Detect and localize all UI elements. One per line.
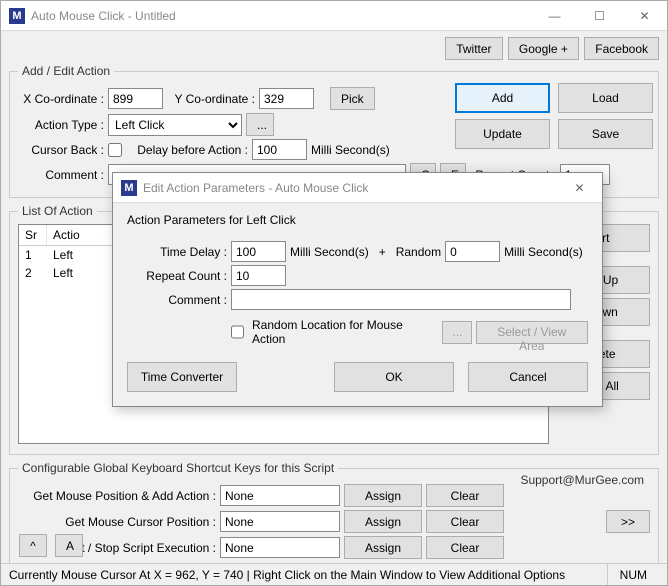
dialog-titlebar: M Edit Action Parameters - Auto Mouse Cl… bbox=[113, 173, 602, 203]
random-input[interactable] bbox=[445, 241, 500, 262]
delay-unit: Milli Second(s) bbox=[311, 143, 390, 157]
cursor-back-label: Cursor Back : bbox=[18, 143, 104, 157]
pick-button[interactable]: Pick bbox=[330, 87, 375, 110]
dialog-heading: Action Parameters for Left Click bbox=[127, 213, 588, 227]
dialog-comment-label: Comment : bbox=[127, 293, 227, 307]
maximize-button[interactable]: ☐ bbox=[577, 1, 622, 31]
cursor-back-checkbox[interactable] bbox=[108, 143, 122, 157]
y-label: Y Co-ordinate : bbox=[167, 92, 255, 106]
x-label: X Co-ordinate : bbox=[18, 92, 104, 106]
clear-button-1[interactable]: Clear bbox=[426, 510, 504, 533]
assign-button-2[interactable]: Assign bbox=[344, 536, 422, 559]
twitter-button[interactable]: Twitter bbox=[445, 37, 502, 60]
assign-button-0[interactable]: Assign bbox=[344, 484, 422, 507]
edit-action-dialog: M Edit Action Parameters - Auto Mouse Cl… bbox=[112, 172, 603, 407]
shortcut-input-2[interactable] bbox=[220, 537, 340, 558]
dialog-icon: M bbox=[121, 180, 137, 196]
random-label: Random bbox=[396, 245, 441, 259]
clear-button-0[interactable]: Clear bbox=[426, 484, 504, 507]
ms-label-2: Milli Second(s) bbox=[504, 245, 583, 259]
save-button[interactable]: Save bbox=[558, 119, 653, 149]
shortcuts-legend: Configurable Global Keyboard Shortcut Ke… bbox=[18, 461, 338, 475]
ok-button[interactable]: OK bbox=[334, 362, 454, 392]
add-button[interactable]: Add bbox=[455, 83, 550, 113]
time-delay-input[interactable] bbox=[231, 241, 286, 262]
dialog-repeat-input[interactable] bbox=[231, 265, 286, 286]
status-bar: Currently Mouse Cursor At X = 962, Y = 7… bbox=[1, 563, 667, 585]
area-ellipsis-button: ... bbox=[442, 321, 472, 344]
comment-label: Comment : bbox=[18, 168, 104, 182]
load-button[interactable]: Load bbox=[558, 83, 653, 113]
shortcut-label-1: Get Mouse Cursor Position : bbox=[18, 515, 216, 529]
add-edit-legend: Add / Edit Action bbox=[18, 64, 114, 78]
time-converter-button[interactable]: Time Converter bbox=[127, 362, 237, 392]
ms-label-1: Milli Second(s) bbox=[290, 245, 369, 259]
random-location-checkbox[interactable] bbox=[231, 325, 244, 339]
delay-label: Delay before Action : bbox=[130, 143, 248, 157]
action-type-more-button[interactable]: ... bbox=[246, 113, 274, 136]
action-type-select[interactable]: Left Click bbox=[108, 114, 242, 136]
support-link[interactable]: Support@MurGee.com bbox=[520, 473, 644, 487]
caret-button[interactable]: ^ bbox=[19, 534, 47, 557]
plus-label: + bbox=[373, 245, 392, 259]
y-input[interactable] bbox=[259, 88, 314, 109]
random-location-label: Random Location for Mouse Action bbox=[252, 318, 424, 346]
more-button[interactable]: >> bbox=[606, 510, 650, 533]
status-text: Currently Mouse Cursor At X = 962, Y = 7… bbox=[9, 568, 565, 582]
delay-input[interactable] bbox=[252, 139, 307, 160]
cancel-button[interactable]: Cancel bbox=[468, 362, 588, 392]
list-legend: List Of Action bbox=[18, 204, 97, 218]
col-sr: Sr bbox=[19, 225, 47, 245]
dialog-title: Edit Action Parameters - Auto Mouse Clic… bbox=[143, 181, 557, 195]
facebook-button[interactable]: Facebook bbox=[584, 37, 659, 60]
shortcut-label-0: Get Mouse Position & Add Action : bbox=[18, 489, 216, 503]
app-icon: M bbox=[9, 8, 25, 24]
select-area-button: Select / View Area bbox=[476, 321, 588, 344]
dialog-repeat-label: Repeat Count : bbox=[127, 269, 227, 283]
update-button[interactable]: Update bbox=[455, 119, 550, 149]
googleplus-button[interactable]: Google + bbox=[508, 37, 579, 60]
action-type-label: Action Type : bbox=[18, 118, 104, 132]
assign-button-1[interactable]: Assign bbox=[344, 510, 422, 533]
main-titlebar: M Auto Mouse Click - Untitled — ☐ ✕ bbox=[1, 1, 667, 31]
shortcut-input-1[interactable] bbox=[220, 511, 340, 532]
dialog-comment-input[interactable] bbox=[231, 289, 571, 310]
dialog-close-button[interactable]: ✕ bbox=[557, 173, 602, 203]
time-delay-label: Time Delay : bbox=[127, 245, 227, 259]
shortcut-input-0[interactable] bbox=[220, 485, 340, 506]
a-button[interactable]: A bbox=[55, 534, 83, 557]
x-input[interactable] bbox=[108, 88, 163, 109]
minimize-button[interactable]: — bbox=[532, 1, 577, 31]
window-title: Auto Mouse Click - Untitled bbox=[31, 9, 532, 23]
close-button[interactable]: ✕ bbox=[622, 1, 667, 31]
shortcuts-fieldset: Configurable Global Keyboard Shortcut Ke… bbox=[9, 461, 659, 571]
num-indicator: NUM bbox=[607, 564, 659, 585]
clear-button-2[interactable]: Clear bbox=[426, 536, 504, 559]
